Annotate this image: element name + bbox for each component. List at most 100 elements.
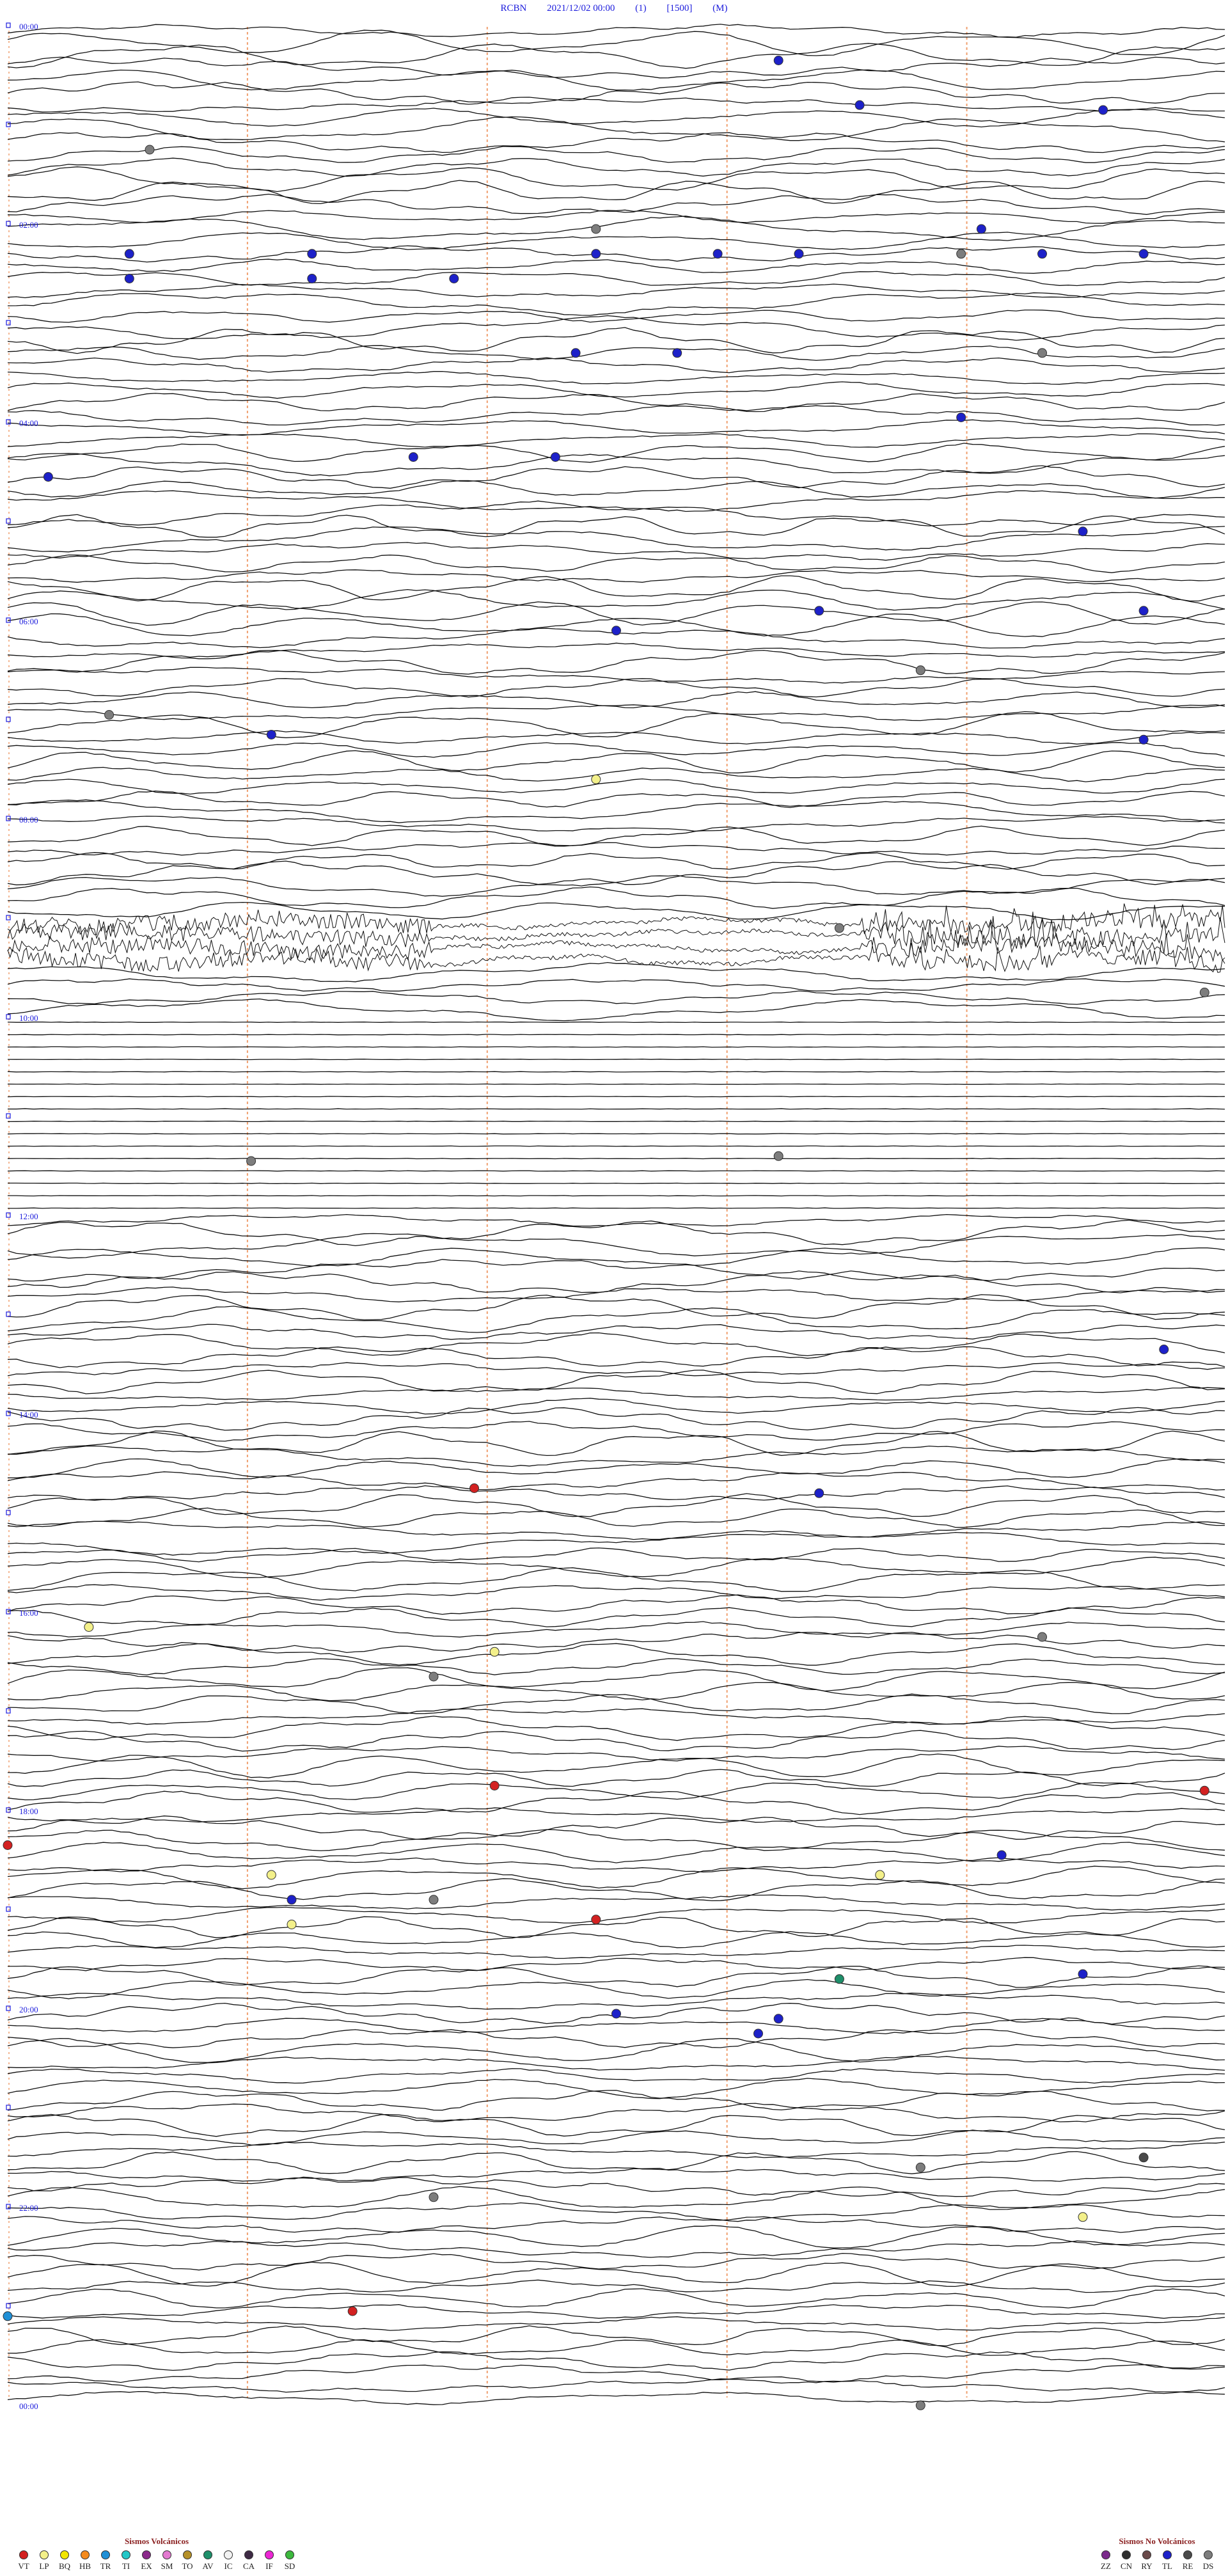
event-marker-tl[interactable] bbox=[1037, 249, 1047, 259]
legend-volcanic-dot-icon bbox=[183, 2550, 192, 2559]
legend-volcanic-code: SD bbox=[284, 2561, 295, 2571]
event-marker-tl[interactable] bbox=[753, 2028, 763, 2039]
event-marker-tl[interactable] bbox=[1138, 606, 1149, 616]
event-marker-ds[interactable] bbox=[429, 2192, 439, 2202]
event-marker-ds[interactable] bbox=[429, 1671, 439, 1682]
event-marker-ds[interactable] bbox=[1037, 1632, 1047, 1642]
hour-start-marker bbox=[6, 320, 11, 326]
event-marker-vt[interactable] bbox=[347, 2306, 358, 2316]
event-marker-tl[interactable] bbox=[611, 626, 621, 636]
legend-volcanic-code: TI bbox=[122, 2561, 130, 2571]
event-marker-vt[interactable] bbox=[489, 1781, 500, 1790]
seismic-trace bbox=[7, 1842, 1225, 1863]
seismic-trace bbox=[7, 1607, 1225, 1627]
event-marker-tl[interactable] bbox=[996, 1850, 1007, 1860]
legend-nonvolcanic-dot-icon bbox=[1101, 2550, 1110, 2559]
event-marker-tl[interactable] bbox=[854, 100, 865, 110]
event-marker-tl[interactable] bbox=[449, 274, 459, 283]
event-marker-tl[interactable] bbox=[1098, 105, 1108, 115]
legend-volcanic-tr: TR bbox=[97, 2550, 114, 2572]
seismic-trace bbox=[7, 2378, 1225, 2393]
event-marker-tl[interactable] bbox=[591, 249, 601, 259]
event-marker-tl[interactable] bbox=[287, 1895, 297, 1905]
event-marker-tl[interactable] bbox=[550, 452, 560, 462]
event-marker-tl[interactable] bbox=[773, 56, 783, 65]
event-marker-tl[interactable] bbox=[307, 274, 317, 283]
event-marker-vt[interactable] bbox=[3, 1840, 13, 1850]
event-marker-tl[interactable] bbox=[814, 606, 824, 616]
event-marker-tl[interactable] bbox=[1138, 734, 1149, 745]
event-marker-tl[interactable] bbox=[1078, 1969, 1088, 1979]
legend-nonvolcanic-re: RE bbox=[1179, 2550, 1196, 2572]
legend-volcanic-dot-icon bbox=[162, 2550, 171, 2559]
hour-start-marker bbox=[6, 915, 11, 921]
event-marker-lp[interactable] bbox=[591, 774, 601, 784]
seismic-trace bbox=[7, 542, 1225, 561]
event-marker-ds[interactable] bbox=[429, 1895, 439, 1905]
event-marker-ds[interactable] bbox=[915, 2162, 925, 2172]
event-marker-ds[interactable] bbox=[591, 224, 601, 234]
event-marker-tl[interactable] bbox=[611, 2009, 621, 2019]
seismic-trace bbox=[7, 1507, 1225, 1528]
event-marker-lp[interactable] bbox=[84, 1622, 94, 1632]
event-marker-tl[interactable] bbox=[1159, 1345, 1169, 1354]
event-marker-ds[interactable] bbox=[1037, 348, 1047, 358]
event-marker-ds[interactable] bbox=[773, 1151, 783, 1161]
seismic-trace bbox=[7, 2037, 1225, 2063]
event-marker-tr[interactable] bbox=[3, 2311, 13, 2321]
event-marker-re[interactable] bbox=[1138, 2153, 1149, 2163]
event-marker-ds[interactable] bbox=[915, 665, 925, 676]
legend-volcanic-bq: BQ bbox=[56, 2550, 73, 2572]
event-marker-tl[interactable] bbox=[1078, 526, 1088, 537]
event-marker-lp[interactable] bbox=[875, 1870, 885, 1880]
event-marker-tl[interactable] bbox=[307, 249, 317, 259]
event-marker-lp[interactable] bbox=[489, 1647, 500, 1657]
hour-start-marker bbox=[6, 1014, 11, 1020]
seismic-trace bbox=[7, 2390, 1225, 2405]
event-marker-tl[interactable] bbox=[571, 348, 581, 358]
seismic-trace bbox=[7, 2168, 1225, 2182]
event-marker-tl[interactable] bbox=[712, 249, 723, 259]
seismic-trace bbox=[7, 2151, 1225, 2174]
seismic-trace bbox=[7, 405, 1225, 426]
event-marker-tl[interactable] bbox=[672, 348, 682, 358]
seismic-trace bbox=[7, 1815, 1225, 1840]
event-marker-tl[interactable] bbox=[124, 249, 134, 259]
event-marker-ds[interactable] bbox=[956, 249, 966, 259]
event-marker-tl[interactable] bbox=[976, 224, 986, 234]
seismic-trace bbox=[7, 514, 1225, 538]
seismic-trace bbox=[7, 1894, 1225, 1911]
seismic-trace bbox=[7, 799, 1225, 824]
event-marker-tl[interactable] bbox=[1138, 249, 1149, 259]
event-marker-ds[interactable] bbox=[1199, 988, 1209, 997]
seismic-trace bbox=[7, 2078, 1225, 2099]
seismic-trace bbox=[7, 1643, 1225, 1666]
event-marker-tl[interactable] bbox=[794, 249, 804, 259]
event-marker-vt[interactable] bbox=[469, 1483, 479, 1493]
seismic-trace bbox=[7, 711, 1225, 738]
event-marker-lp[interactable] bbox=[266, 1870, 276, 1880]
legend-volcanic-code: EX bbox=[141, 2561, 152, 2571]
seismic-trace bbox=[7, 1708, 1225, 1725]
event-marker-tl[interactable] bbox=[124, 274, 134, 283]
event-marker-tl[interactable] bbox=[266, 730, 276, 739]
event-marker-ds[interactable] bbox=[145, 145, 155, 155]
event-marker-vt[interactable] bbox=[591, 1915, 601, 1925]
event-marker-tl[interactable] bbox=[408, 452, 418, 462]
seismic-trace bbox=[7, 2186, 1225, 2210]
event-marker-vt[interactable] bbox=[1199, 1785, 1209, 1796]
event-marker-ds[interactable] bbox=[104, 710, 114, 720]
event-marker-av[interactable] bbox=[834, 1974, 844, 1984]
event-marker-tl[interactable] bbox=[43, 472, 53, 482]
event-marker-ds[interactable] bbox=[915, 2400, 925, 2410]
event-marker-ds[interactable] bbox=[246, 1156, 256, 1166]
event-marker-tl[interactable] bbox=[956, 413, 966, 422]
legend-nonvolcanic-code: CN bbox=[1120, 2561, 1133, 2571]
seismic-trace bbox=[7, 1493, 1225, 1517]
event-marker-lp[interactable] bbox=[1078, 2212, 1088, 2222]
event-marker-ds[interactable] bbox=[834, 923, 844, 933]
legend-volcanic-vt: VT bbox=[15, 2550, 32, 2572]
event-marker-tl[interactable] bbox=[814, 1488, 824, 1498]
event-marker-tl[interactable] bbox=[773, 2014, 783, 2024]
event-marker-lp[interactable] bbox=[287, 1920, 297, 1929]
